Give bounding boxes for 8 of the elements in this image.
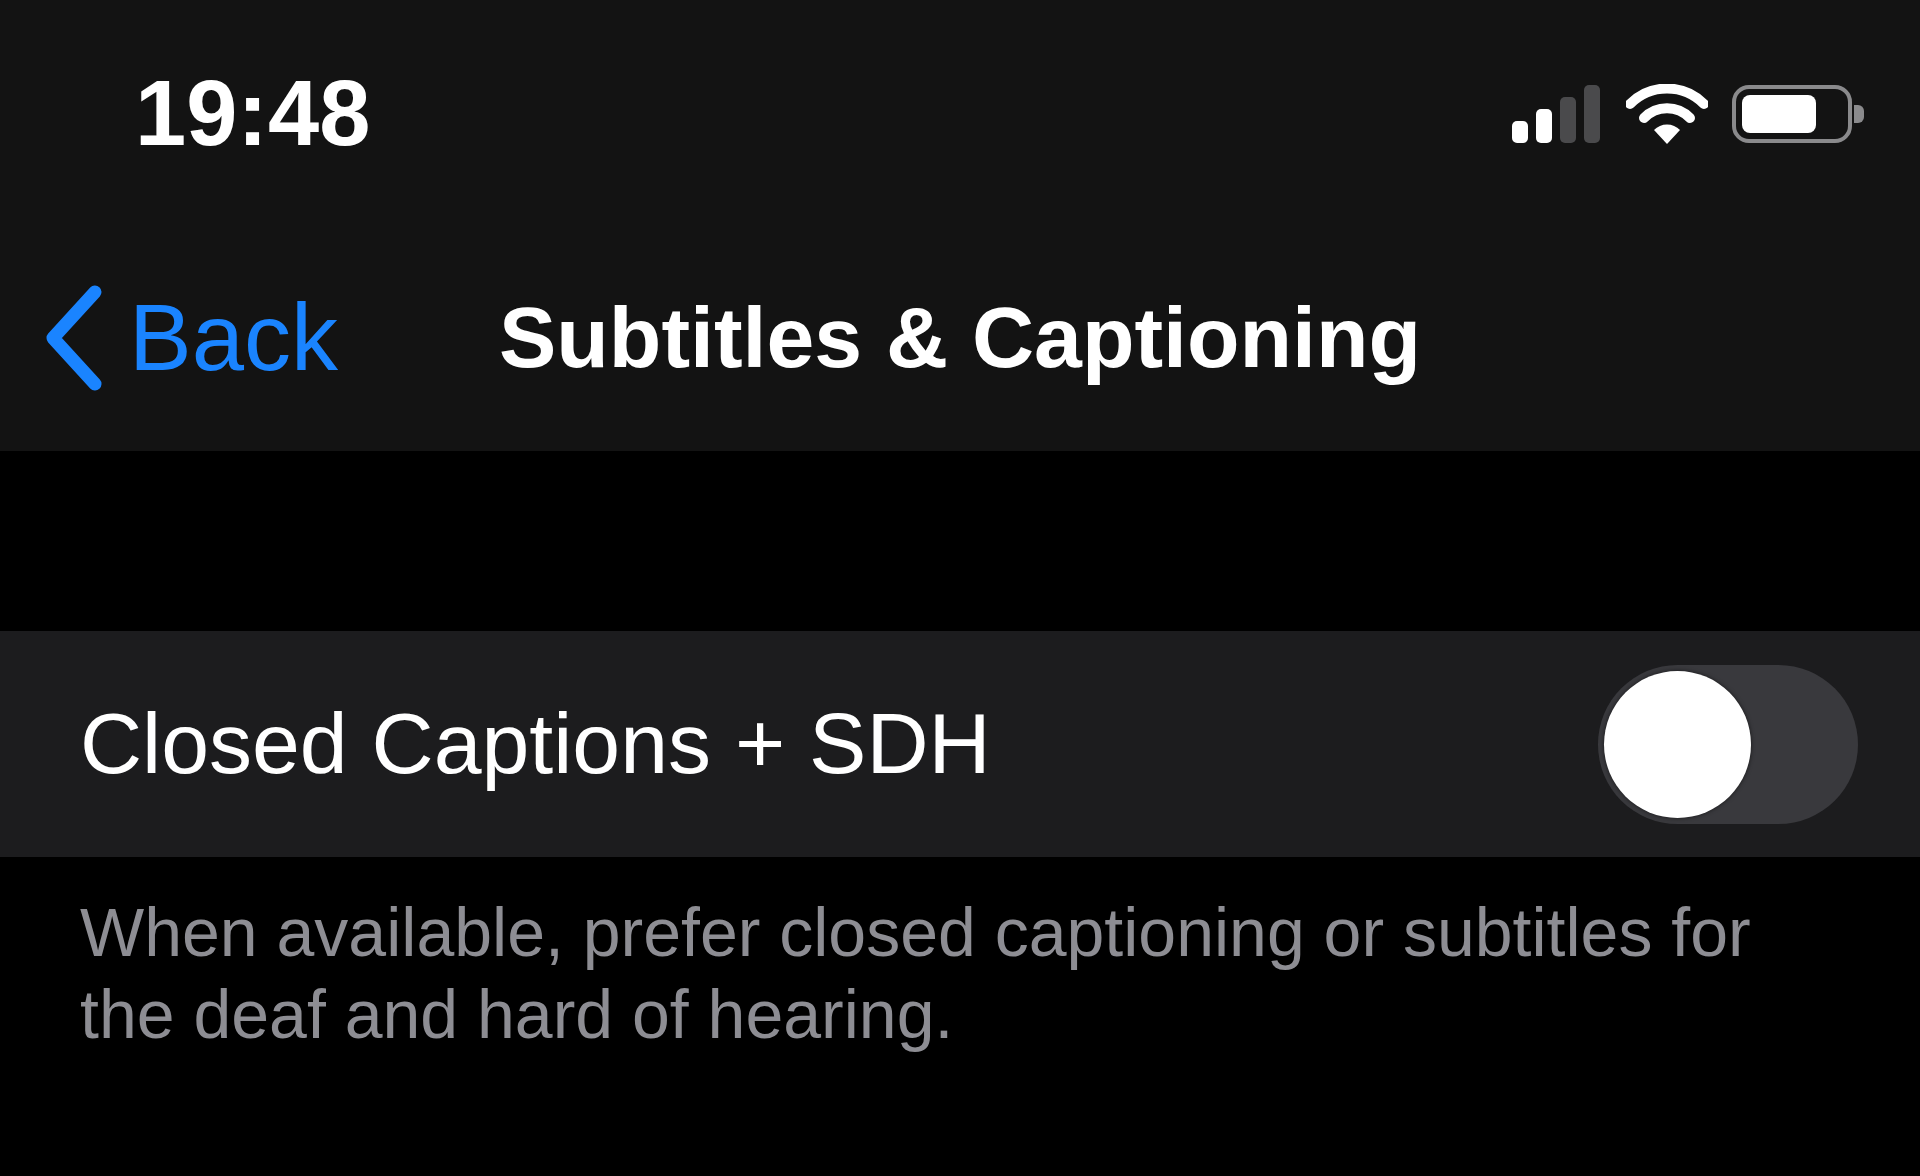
back-button[interactable]: Back (43, 284, 338, 393)
row-label: Closed Captions + SDH (80, 694, 991, 794)
battery-icon (1732, 85, 1864, 143)
page-title: Subtitles & Captioning (498, 287, 1422, 387)
wifi-icon (1626, 84, 1708, 144)
status-time: 19:48 (135, 61, 371, 167)
footer-note: When available, prefer closed captioning or subtitles for the deaf and hard of hearing. (79, 893, 1752, 1054)
cellular-signal-icon (1512, 85, 1602, 143)
